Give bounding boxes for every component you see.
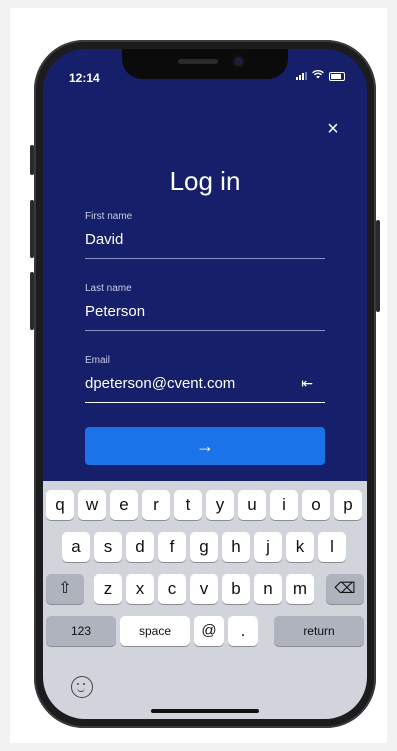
key-r[interactable]: r [142, 490, 170, 520]
phone-screen: 12:14 × Log in First name David Last nam… [43, 49, 367, 719]
home-indicator [151, 709, 259, 713]
key-h[interactable]: h [222, 532, 250, 562]
key-q[interactable]: q [46, 490, 74, 520]
first-name-input[interactable]: David [85, 231, 325, 259]
notch [122, 49, 288, 79]
volume-up-button [30, 200, 34, 258]
shift-key[interactable]: ⇧ [46, 574, 84, 604]
email-label: Email [85, 355, 111, 366]
key-s[interactable]: s [94, 532, 122, 562]
speaker-grille [178, 59, 218, 64]
status-icons [296, 69, 345, 82]
key-b[interactable]: b [222, 574, 250, 604]
last-name-input[interactable]: Peterson [85, 303, 325, 331]
key-o[interactable]: o [302, 490, 330, 520]
battery-icon [329, 71, 345, 81]
key-y[interactable]: y [206, 490, 234, 520]
key-a[interactable]: a [62, 532, 90, 562]
return-key[interactable]: return [274, 616, 364, 646]
volume-down-button [30, 272, 34, 330]
key-z[interactable]: z [94, 574, 122, 604]
submit-button[interactable]: → [85, 427, 325, 465]
camera-icon [234, 57, 243, 66]
first-name-field[interactable]: First name David [85, 211, 325, 259]
key-i[interactable]: i [270, 490, 298, 520]
key-w[interactable]: w [78, 490, 106, 520]
wifi-icon [312, 69, 324, 82]
key-u[interactable]: u [238, 490, 266, 520]
key-f[interactable]: f [158, 532, 186, 562]
first-name-label: First name [85, 211, 133, 222]
key-n[interactable]: n [254, 574, 282, 604]
key-l[interactable]: l [318, 532, 346, 562]
status-time: 12:14 [69, 71, 100, 85]
dot-key[interactable]: . [228, 616, 258, 646]
last-name-field[interactable]: Last name Peterson [85, 283, 325, 331]
key-j[interactable]: j [254, 532, 282, 562]
key-c[interactable]: c [158, 574, 186, 604]
last-name-label: Last name [85, 283, 132, 294]
key-d[interactable]: d [126, 532, 154, 562]
key-p[interactable]: p [334, 490, 362, 520]
on-screen-keyboard: q w e r t y u i o p a s d f g h j k l ⇧ … [43, 481, 367, 719]
numbers-key[interactable]: 123 [46, 616, 116, 646]
key-v[interactable]: v [190, 574, 218, 604]
phone-frame: 12:14 × Log in First name David Last nam… [30, 40, 380, 728]
key-m[interactable]: m [286, 574, 314, 604]
key-x[interactable]: x [126, 574, 154, 604]
close-icon[interactable]: × [323, 119, 343, 139]
arrow-right-icon: → [196, 435, 214, 456]
email-field[interactable]: Email dpeterson@cvent.com ⇤ [85, 355, 325, 403]
power-button [376, 220, 380, 312]
email-input[interactable]: dpeterson@cvent.com [85, 375, 235, 392]
emoji-icon[interactable] [71, 676, 93, 698]
space-key[interactable]: space [120, 616, 190, 646]
key-e[interactable]: e [110, 490, 138, 520]
delete-key[interactable]: ⌫ [326, 574, 364, 604]
key-t[interactable]: t [174, 490, 202, 520]
mute-switch [30, 145, 34, 175]
key-k[interactable]: k [286, 532, 314, 562]
key-g[interactable]: g [190, 532, 218, 562]
clear-autofill-icon[interactable]: ⇤ [301, 375, 313, 392]
cellular-signal-icon [296, 72, 307, 80]
page-title: Log in [169, 166, 241, 196]
at-key[interactable]: @ [194, 616, 224, 646]
email-input-wrap[interactable]: dpeterson@cvent.com ⇤ [85, 375, 325, 403]
